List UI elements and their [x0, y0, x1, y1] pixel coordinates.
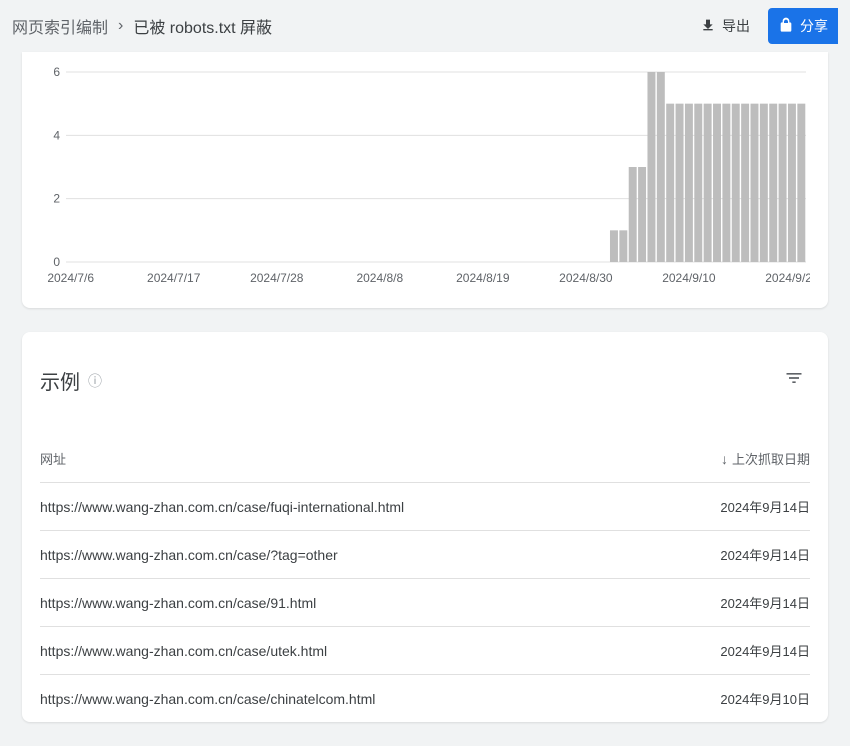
chart-card: 0 2 4 6 2024/7/6 2024/7/17 2024/7/28 2024/8/8 20…: [22, 52, 828, 308]
row-url: https://www.wang-zhan.com.cn/case/?tag=o…: [40, 547, 338, 563]
row-url: https://www.wang-zhan.com.cn/case/utek.h…: [40, 643, 327, 659]
help-icon[interactable]: ⓘ: [88, 371, 102, 391]
svg-text:4: 4: [53, 128, 60, 142]
svg-text:2024/8/8: 2024/8/8: [356, 271, 403, 285]
arrow-down-icon: ↓: [721, 451, 728, 467]
table-row[interactable]: https://www.wang-zhan.com.cn/case/chinat…: [40, 675, 810, 722]
svg-text:0: 0: [53, 255, 60, 269]
export-label: 导出: [722, 16, 750, 36]
svg-text:2024/7/6: 2024/7/6: [47, 271, 94, 285]
row-date: 2024年9月14日: [720, 545, 810, 564]
chevron-right-icon: ›: [118, 17, 123, 35]
row-date: 2024年9月14日: [720, 593, 810, 612]
svg-text:2024/9/21: 2024/9/21: [765, 271, 810, 285]
chart-area: 0 2 4 6 2024/7/6 2024/7/17 2024/7/28 2024/8/8 20…: [40, 52, 810, 292]
row-url: https://www.wang-zhan.com.cn/case/91.htm…: [40, 595, 316, 611]
table-row[interactable]: https://www.wang-zhan.com.cn/case/91.htm…: [40, 579, 810, 627]
breadcrumb: 网页索引编制 › 已被 robots.txt 屏蔽: [12, 14, 682, 38]
lock-icon: [778, 17, 794, 36]
chart-svg: 0 2 4 6 2024/7/6 2024/7/17 2024/7/28 2024/8/8 20…: [40, 62, 810, 292]
row-url: https://www.wang-zhan.com.cn/case/fuqi-i…: [40, 499, 404, 515]
table-row[interactable]: https://www.wang-zhan.com.cn/case/utek.h…: [40, 627, 810, 675]
row-date: 2024年9月14日: [720, 497, 810, 516]
breadcrumb-current: 已被 robots.txt 屏蔽: [133, 14, 272, 38]
svg-text:2024/7/17: 2024/7/17: [147, 271, 201, 285]
column-date-label: 上次抓取日期: [732, 449, 810, 468]
svg-text:6: 6: [53, 65, 60, 79]
share-button[interactable]: 分享: [768, 8, 838, 44]
row-date: 2024年9月10日: [720, 689, 810, 708]
table-row[interactable]: https://www.wang-zhan.com.cn/case/?tag=o…: [40, 531, 810, 579]
section-title-row: 示例 ⓘ: [40, 356, 810, 399]
column-date[interactable]: ↓ 上次抓取日期: [721, 449, 810, 468]
table-row[interactable]: https://www.wang-zhan.com.cn/case/fuqi-i…: [40, 483, 810, 531]
svg-text:2: 2: [53, 192, 60, 206]
svg-text:2024/7/28: 2024/7/28: [250, 271, 304, 285]
download-icon: [700, 17, 716, 36]
page-header: 网页索引编制 › 已被 robots.txt 屏蔽 导出 分享: [0, 0, 850, 52]
row-date: 2024年9月14日: [720, 641, 810, 660]
filter-icon[interactable]: [778, 362, 810, 399]
share-label: 分享: [800, 16, 828, 36]
breadcrumb-parent[interactable]: 网页索引编制: [12, 14, 108, 38]
svg-text:2024/8/19: 2024/8/19: [456, 271, 510, 285]
column-url[interactable]: 网址: [40, 449, 66, 468]
examples-card: 示例 ⓘ 网址 ↓ 上次抓取日期 https://www.wang-zhan.c…: [22, 332, 828, 722]
table-header-row: 网址 ↓ 上次抓取日期: [40, 435, 810, 483]
examples-title: 示例: [40, 366, 80, 395]
export-button[interactable]: 导出: [690, 10, 760, 42]
svg-text:2024/9/10: 2024/9/10: [662, 271, 716, 285]
svg-text:2024/8/30: 2024/8/30: [559, 271, 613, 285]
